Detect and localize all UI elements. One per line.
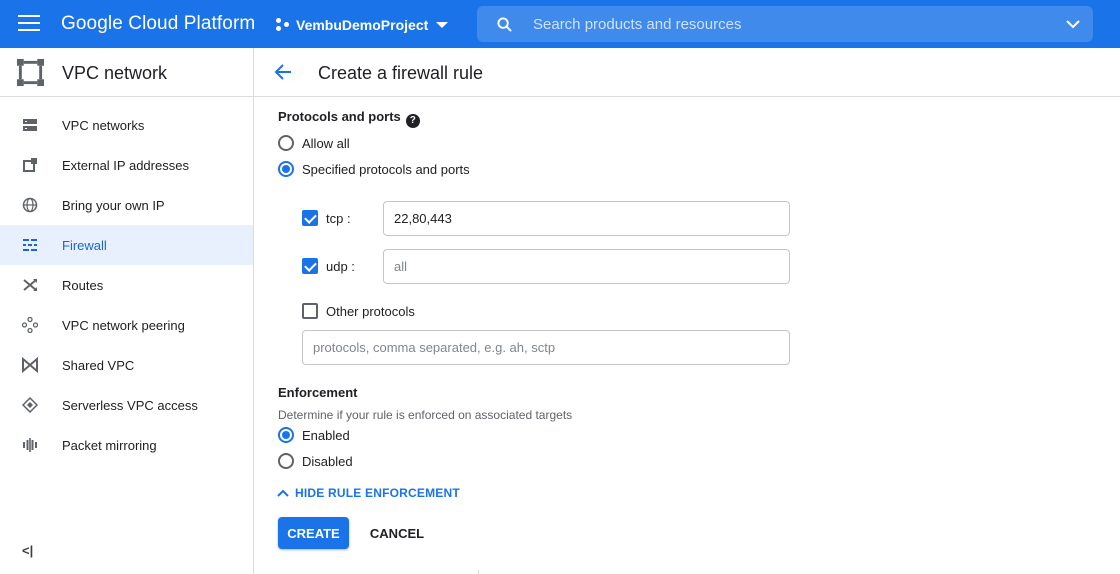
sidebar-item-external-ip[interactable]: External IP addresses [0,145,253,185]
tcp-checkbox[interactable]: tcp : [302,210,351,226]
sidebar-title: VPC network [62,63,168,83]
allow-all-label: Allow all [302,135,350,151]
enabled-label: Enabled [302,427,350,443]
udp-checkbox[interactable]: udp : [302,258,355,274]
sidebar-item-label: Shared VPC [62,358,135,373]
globe-icon [22,197,38,213]
main-content: Create a firewall rule Protocols and por… [254,48,1120,574]
packet-mirroring-icon [23,438,37,452]
disabled-radio[interactable]: Disabled [278,453,353,469]
enforcement-hint: Determine if your rule is enforced on as… [278,408,573,422]
page-header: Create a firewall rule [254,48,1120,97]
vpc-network-logo-icon [16,58,45,87]
back-arrow-icon[interactable] [273,62,293,82]
search-icon [497,17,512,32]
routes-icon [23,279,37,291]
brand-title[interactable]: Google Cloud Platform [61,13,255,35]
firewall-icon [23,239,37,251]
collapse-sidebar-icon[interactable]: <| [22,543,33,558]
disabled-label: Disabled [302,453,353,469]
protocols-section-label: Protocols and ports? [278,109,420,128]
peering-icon [22,317,38,333]
chevron-up-icon [277,489,289,497]
vpc-networks-icon [23,119,37,131]
tcp-ports-input[interactable]: 22,80,443 [383,201,790,236]
sidebar-item-label: VPC network peering [62,318,185,333]
specified-protocols-radio[interactable]: Specified protocols and ports [278,161,470,177]
serverless-icon [22,397,38,413]
sidebar-item-shared-vpc[interactable]: Shared VPC [0,345,253,385]
help-icon[interactable]: ? [405,114,420,128]
allow-all-radio[interactable]: Allow all [278,135,350,151]
sidebar-item-packet-mirroring[interactable]: Packet mirroring [0,425,253,465]
other-protocols-checkbox[interactable]: Other protocols [302,303,415,319]
sidebar-nav: VPC networks External IP addresses Bring… [0,97,253,465]
sidebar-item-label: VPC networks [62,118,145,133]
sidebar-item-label: External IP addresses [62,158,189,173]
sidebar-item-serverless[interactable]: Serverless VPC access [0,385,253,425]
cancel-button[interactable]: CANCEL [362,517,432,549]
search-bar[interactable]: Search products and resources [477,6,1093,42]
udp-ports-input[interactable]: all [383,249,790,284]
radio-specified[interactable] [278,161,294,177]
protocols-label: Protocols and ports [278,109,401,124]
create-button[interactable]: CREATE [278,517,349,549]
sidebar-item-label: Bring your own IP [62,198,165,213]
page-title: Create a firewall rule [318,63,484,83]
shared-vpc-icon [22,357,38,373]
sidebar-item-vpc-networks[interactable]: VPC networks [0,105,253,145]
radio-enabled[interactable] [278,427,294,443]
external-ip-icon [23,158,37,172]
tcp-label: tcp : [326,210,351,226]
top-app-bar: Google Cloud Platform VembuDemoProject S… [0,0,1120,48]
project-name: VembuDemoProject [296,17,429,33]
divider [478,570,479,574]
other-protocols-input[interactable]: protocols, comma separated, e.g. ah, sct… [302,330,790,365]
hamburger-menu-icon[interactable] [18,15,40,33]
sidebar: VPC network VPC networks External IP add… [0,48,254,574]
expand-search-icon[interactable] [1065,16,1081,32]
sidebar-item-label: Firewall [62,238,107,253]
sidebar-header: VPC network [0,48,253,97]
hide-rule-enforcement-link[interactable]: HIDE RULE ENFORCEMENT [277,486,460,500]
sidebar-item-byoip[interactable]: Bring your own IP [0,185,253,225]
other-protocols-label: Other protocols [326,303,415,319]
sidebar-item-peering[interactable]: VPC network peering [0,305,253,345]
enabled-radio[interactable]: Enabled [278,427,350,443]
project-selector[interactable]: VembuDemoProject [276,12,449,38]
other-protocols-check[interactable] [302,303,318,319]
tcp-check[interactable] [302,210,318,226]
sidebar-item-label: Routes [62,278,104,293]
sidebar-item-routes[interactable]: Routes [0,265,253,305]
hide-rule-enforcement-label: HIDE RULE ENFORCEMENT [295,486,460,500]
sidebar-item-label: Packet mirroring [62,438,157,453]
enforcement-label: Enforcement [278,385,358,400]
udp-check[interactable] [302,258,318,274]
specified-label: Specified protocols and ports [302,161,470,177]
search-input[interactable]: Search products and resources [533,16,741,33]
project-dots-icon [276,18,290,32]
udp-label: udp : [326,258,355,274]
sidebar-item-firewall[interactable]: Firewall [0,225,253,265]
radio-disabled[interactable] [278,453,294,469]
sidebar-item-label: Serverless VPC access [62,398,198,413]
chevron-down-icon [436,22,449,28]
radio-allow-all[interactable] [278,135,294,151]
